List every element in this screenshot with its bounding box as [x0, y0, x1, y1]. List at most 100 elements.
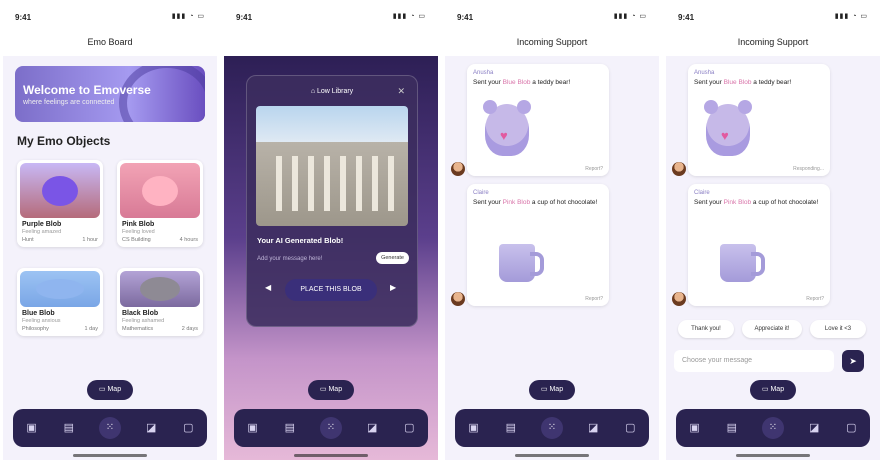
- banner-title: Welcome to Emoverse: [23, 83, 151, 97]
- sender-name: Claire: [694, 190, 710, 196]
- hot-chocolate-image: [720, 244, 765, 282]
- avatar: [451, 292, 465, 306]
- emo-card[interactable]: Blue Blob Feeling anxious Philosophy 1 da…: [17, 268, 103, 336]
- header-blank: [224, 28, 438, 56]
- black-blob-image: [120, 271, 200, 307]
- signal-wifi-battery-icon: ▮▮▮ ◔ ▭: [613, 13, 647, 20]
- status-bar: 9:41 ▮▮▮ ◔ ▭: [666, 0, 880, 28]
- emo-card[interactable]: Purple Blob Feeling amazed Hunt 1 hour: [17, 160, 103, 247]
- avatar: [451, 162, 465, 176]
- card-desc: Feeling loved: [122, 229, 155, 235]
- home-indicator: [736, 454, 810, 457]
- teddy-bear-image: ♥: [704, 100, 752, 156]
- place-blob-button[interactable]: PLACE THIS BLOB: [285, 279, 377, 301]
- bottom-nav: ▣ ▤ ⁙ ◪ ▢: [455, 409, 649, 447]
- card-name: Purple Blob: [22, 221, 62, 228]
- profile-icon[interactable]: ▢: [402, 421, 416, 435]
- box-icon[interactable]: ▤: [283, 421, 297, 435]
- signal-wifi-battery-icon: ▮▮▮ ◔ ▭: [392, 13, 426, 20]
- message-text: Sent your Pink Blob a cup of hot chocola…: [694, 199, 819, 206]
- grid-icon[interactable]: ⁙: [98, 417, 121, 439]
- page-title: Incoming Support: [445, 28, 659, 56]
- send-button[interactable]: ➤: [842, 350, 864, 372]
- inbox-icon[interactable]: ▣: [25, 421, 39, 435]
- support-message: Claire Sent your Pink Blob a cup of hot …: [467, 184, 609, 306]
- card-time: 2 days: [181, 326, 198, 332]
- box-icon[interactable]: ▤: [504, 421, 518, 435]
- status-time: 9:41: [15, 13, 32, 22]
- card-desc: Feeling amazed: [22, 229, 62, 235]
- modal-title: ⌂ Low Library: [310, 88, 354, 95]
- map-button[interactable]: ▭ Map: [750, 380, 796, 400]
- chat-icon[interactable]: ◪: [807, 421, 821, 435]
- arrow-right-icon[interactable]: ▶: [390, 283, 396, 292]
- sender-name: Anusha: [694, 70, 715, 76]
- status-bar: 9:41 ▮▮▮ ◔ ▭: [224, 0, 438, 28]
- map-label: Map: [328, 386, 343, 393]
- message-input[interactable]: Choose your message: [674, 350, 834, 372]
- bottom-nav: ▣ ▤ ⁙ ◪ ▢: [13, 409, 207, 447]
- map-button[interactable]: ▭ Map: [529, 380, 575, 400]
- sender-name: Claire: [473, 190, 489, 196]
- message-text: Sent your Blue Blob a teddy bear!: [473, 79, 571, 86]
- map-label: Map: [549, 386, 564, 393]
- avatar: [672, 162, 686, 176]
- quick-reply-button[interactable]: Love it <3: [810, 320, 866, 338]
- status-bar: 9:41 ▮▮▮ ◔ ▭: [3, 0, 217, 28]
- blue-blob-image: [20, 271, 100, 307]
- bottom-nav: ▣ ▤ ⁙ ◪ ▢: [234, 409, 428, 447]
- quick-reply-button[interactable]: Appreciate it!: [742, 320, 802, 338]
- close-icon[interactable]: ✕: [397, 86, 405, 97]
- inbox-icon[interactable]: ▣: [688, 421, 702, 435]
- card-name: Pink Blob: [122, 221, 155, 228]
- message-text: Sent your Pink Blob a cup of hot chocola…: [473, 199, 598, 206]
- phone-blob-generator: 9:41 ▮▮▮ ◔ ▭ ⌂ Low Library ✕ Your AI Gen…: [224, 0, 438, 460]
- report-link[interactable]: Report?: [806, 296, 824, 302]
- report-link[interactable]: Report?: [585, 296, 603, 302]
- home-indicator: [515, 454, 589, 457]
- home-indicator: [294, 454, 368, 457]
- grid-icon[interactable]: ⁙: [761, 417, 784, 439]
- card-place: CS Building: [122, 237, 151, 243]
- chat-icon[interactable]: ◪: [365, 421, 379, 435]
- inbox-icon[interactable]: ▣: [246, 421, 260, 435]
- library-photo: [256, 106, 408, 226]
- sender-name: Anusha: [473, 70, 494, 76]
- map-label: Map: [770, 386, 785, 393]
- profile-icon[interactable]: ▢: [181, 421, 195, 435]
- section-title: My Emo Objects: [17, 134, 111, 148]
- page-title: Incoming Support: [666, 28, 880, 56]
- box-icon[interactable]: ▤: [725, 421, 739, 435]
- card-time: 1 day: [84, 326, 98, 332]
- map-button[interactable]: ▭ Map: [87, 380, 133, 400]
- map-button[interactable]: ▭ Map: [308, 380, 354, 400]
- card-name: Blue Blob: [22, 310, 55, 317]
- box-icon[interactable]: ▤: [62, 421, 76, 435]
- status-time: 9:41: [236, 13, 253, 22]
- report-link[interactable]: Report?: [585, 166, 603, 172]
- grid-icon[interactable]: ⁙: [319, 417, 342, 439]
- grid-icon[interactable]: ⁙: [540, 417, 563, 439]
- quick-reply-button[interactable]: Thank you!: [678, 320, 734, 338]
- emo-card[interactable]: Black Blob Feeling ashamed Mathematics 2 …: [117, 268, 203, 336]
- message-input[interactable]: Add your message here!: [257, 256, 359, 262]
- profile-icon[interactable]: ▢: [623, 421, 637, 435]
- pink-blob-image: [120, 163, 200, 218]
- chat-icon[interactable]: ◪: [144, 421, 158, 435]
- responding-status: Responding...: [793, 166, 824, 172]
- emo-card[interactable]: Pink Blob Feeling loved CS Building 4 hou…: [117, 160, 203, 247]
- hot-chocolate-image: [499, 244, 544, 282]
- page-title: Emo Board: [3, 28, 217, 56]
- generate-button[interactable]: Generate: [376, 252, 409, 264]
- signal-wifi-battery-icon: ▮▮▮ ◔ ▭: [171, 13, 205, 20]
- message-text: Sent your Blue Blob a teddy bear!: [694, 79, 792, 86]
- location-name: Low Library: [317, 88, 354, 95]
- profile-icon[interactable]: ▢: [844, 421, 858, 435]
- card-time: 4 hours: [179, 237, 198, 243]
- blue-blob-face: [36, 279, 84, 299]
- status-bar: 9:41 ▮▮▮ ◔ ▭: [445, 0, 659, 28]
- inbox-icon[interactable]: ▣: [467, 421, 481, 435]
- arrow-left-icon[interactable]: ◀: [265, 283, 271, 292]
- chat-icon[interactable]: ◪: [586, 421, 600, 435]
- support-message: Anusha Sent your Blue Blob a teddy bear!…: [688, 64, 830, 176]
